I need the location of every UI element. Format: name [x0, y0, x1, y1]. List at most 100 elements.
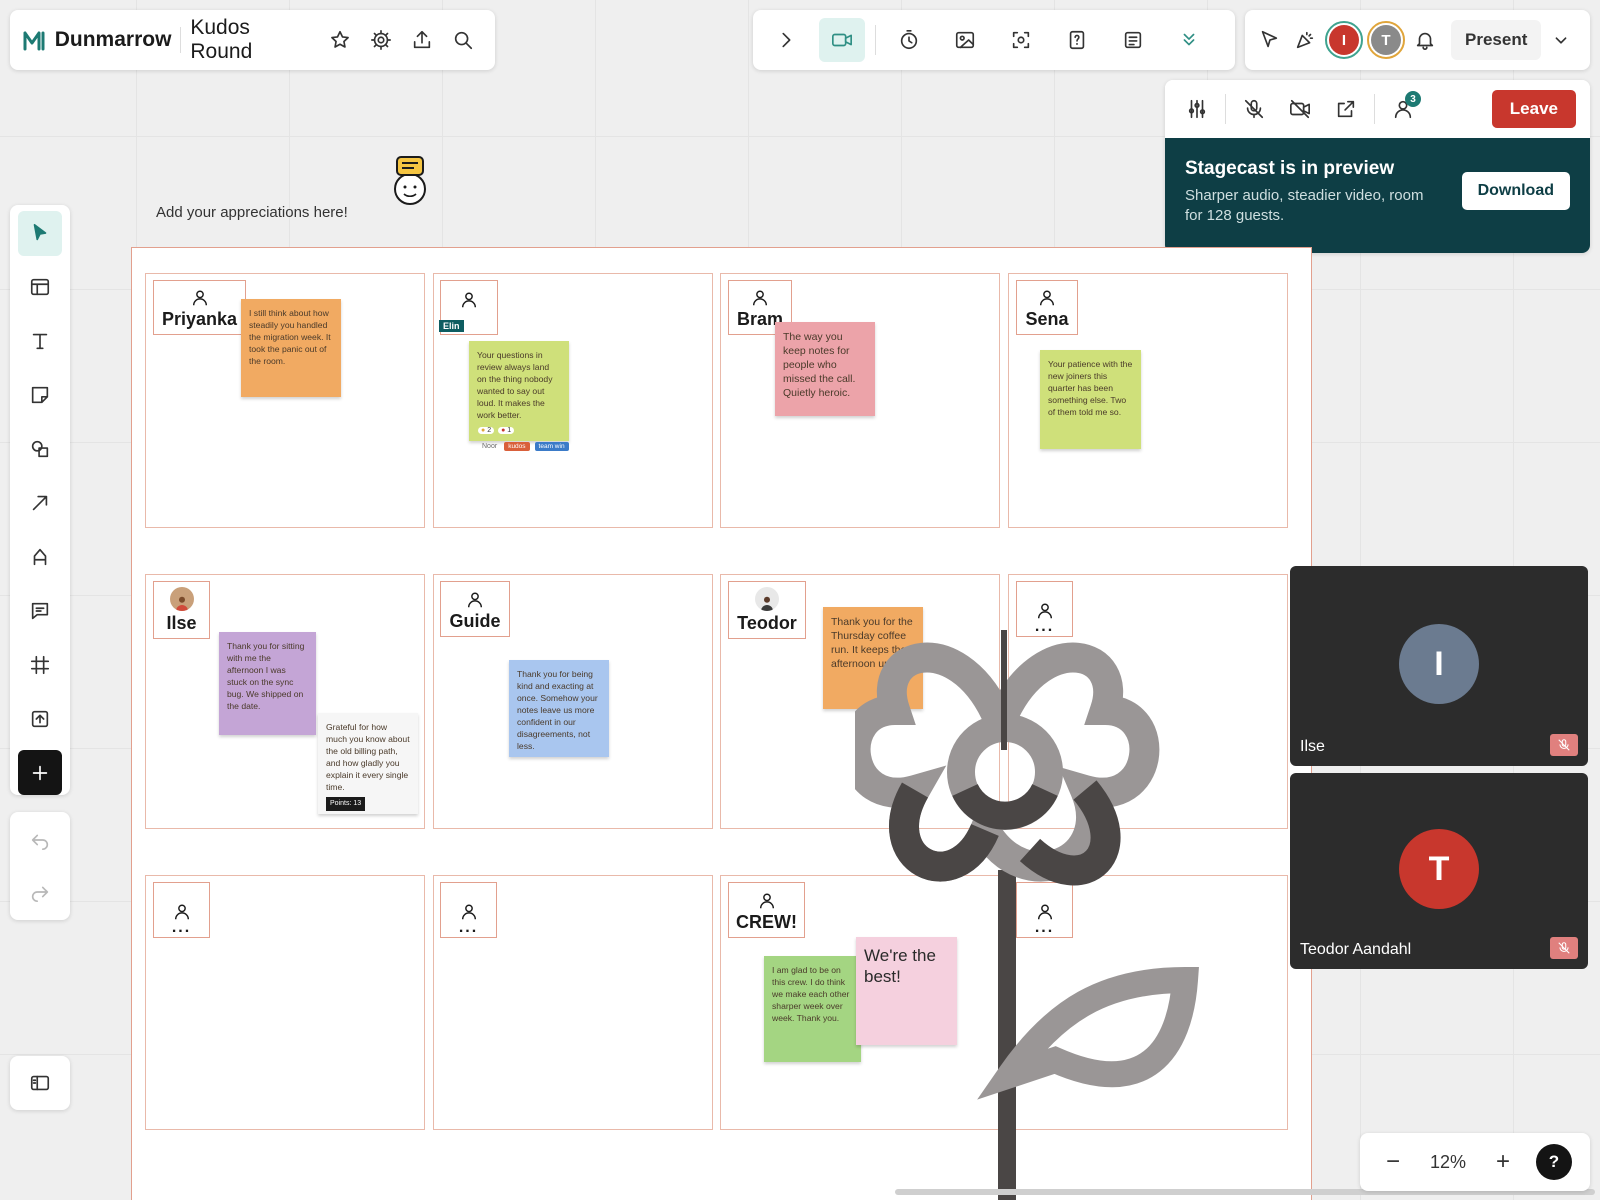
name-tag[interactable]: Sena [1016, 280, 1078, 335]
sticky-note[interactable]: Thank you for the Thursday coffee run. I… [823, 607, 923, 709]
sticky-note[interactable]: Thank you for sitting with me the aftern… [219, 632, 316, 735]
comment-icon[interactable] [18, 588, 62, 633]
reaction[interactable]: ● 2 [478, 427, 495, 434]
brand-logo[interactable] [22, 27, 47, 53]
gear-icon[interactable] [360, 20, 401, 60]
name-tag[interactable]: Priyanka [153, 280, 246, 335]
download-button[interactable]: Download [1461, 172, 1570, 210]
avatar [755, 587, 779, 611]
video-name: Teodor Aandahl [1300, 941, 1412, 958]
reaction[interactable]: ● 1 [498, 427, 515, 434]
zoom-controls: − 12% + ? [1360, 1133, 1590, 1191]
name-tag-label: Priyanka [161, 309, 238, 329]
bell-icon[interactable] [1409, 20, 1441, 60]
sticky-note[interactable]: Your questions in review always land on … [469, 341, 569, 441]
avatar[interactable]: T [1367, 21, 1405, 59]
pen-tool-icon[interactable] [18, 534, 62, 579]
zoom-in-button[interactable]: + [1482, 1142, 1524, 1182]
present-button[interactable]: Present [1451, 20, 1542, 60]
tag-chip[interactable]: kudos [504, 442, 530, 451]
select-tool-icon[interactable] [18, 211, 62, 256]
name-tag-label: Sena [1025, 309, 1069, 329]
video-tile[interactable]: I Ilse [1290, 566, 1588, 766]
call-controls: 3 Leave [1165, 80, 1590, 138]
notes-icon[interactable] [1110, 18, 1156, 62]
mic-muted-icon [1550, 734, 1578, 756]
avatar[interactable]: I [1325, 21, 1363, 59]
video-icon[interactable] [819, 18, 865, 62]
focus-icon[interactable] [998, 18, 1044, 62]
sticky-note[interactable]: Your patience with the new joiners this … [1040, 350, 1141, 449]
help-button[interactable]: ? [1536, 1144, 1572, 1180]
name-tag[interactable]: CREW! [728, 882, 805, 938]
sticky-text: Your questions in review always land on … [477, 350, 553, 420]
call-panel: 3 Leave Stagecast is in preview Sharper … [1165, 80, 1590, 253]
celebrate-icon[interactable] [1289, 20, 1321, 60]
person-icon [461, 292, 477, 308]
session-bar: I T Present [1245, 10, 1590, 70]
participants-icon[interactable]: 3 [1385, 89, 1421, 129]
name-tag[interactable]: Ilse [153, 581, 210, 639]
sticky-author: Noor [482, 443, 498, 450]
avatar-initial: I [1329, 25, 1359, 55]
chevron-double-down-icon[interactable] [1166, 18, 1212, 62]
name-tag[interactable]: ... [440, 882, 497, 938]
preview-banner: Stagecast is in preview Sharper audio, s… [1165, 138, 1590, 253]
arrow-tool-icon[interactable] [18, 481, 62, 526]
name-tag[interactable]: ... [153, 882, 210, 938]
text-tool-icon[interactable] [18, 319, 62, 364]
tool-rail [10, 205, 70, 795]
settings-sliders-icon[interactable] [1179, 89, 1215, 129]
sticky-note[interactable]: We're the best! [856, 937, 957, 1045]
sidebar-toggle-icon[interactable] [10, 1056, 70, 1110]
name-tag-label: Teodor [737, 613, 797, 633]
zoom-level[interactable]: 12% [1420, 1152, 1476, 1173]
star-icon[interactable] [319, 20, 360, 60]
sticky-note[interactable]: I still think about how steadily you han… [241, 299, 341, 397]
image-icon[interactable] [942, 18, 988, 62]
upload-icon[interactable] [18, 696, 62, 741]
template-icon[interactable] [18, 265, 62, 310]
zoom-out-button[interactable]: − [1372, 1142, 1414, 1182]
leave-button[interactable]: Leave [1491, 90, 1576, 128]
card-icon[interactable] [1054, 18, 1100, 62]
search-icon[interactable] [442, 20, 483, 60]
redo-icon[interactable] [18, 870, 62, 914]
tag-chip[interactable]: team win [534, 442, 569, 451]
shapes-icon[interactable] [18, 427, 62, 472]
sticky-text: Grateful for how much you know about the… [326, 722, 410, 792]
board-title[interactable]: Kudos Round [190, 16, 311, 64]
video-tile[interactable]: T Teodor Aandahl [1290, 773, 1588, 969]
name-tag[interactable]: Elin [439, 280, 498, 335]
popout-icon[interactable] [1328, 89, 1364, 129]
name-tag[interactable]: ... [1016, 581, 1073, 637]
panel-toggle [10, 1056, 70, 1110]
frame-tool-icon[interactable] [18, 642, 62, 687]
name-tag[interactable]: Guide [440, 581, 510, 637]
video-name: Ilse [1300, 738, 1325, 755]
author-tag: Elin [439, 320, 464, 332]
sticky-note[interactable]: Grateful for how much you know about the… [318, 713, 418, 814]
board-header: Dunmarrow Kudos Round [10, 10, 495, 70]
mic-off-icon[interactable] [1236, 89, 1272, 129]
timer-icon[interactable] [886, 18, 932, 62]
sticky-note[interactable]: I am glad to be on this crew. I do think… [764, 956, 861, 1062]
sticky-note-icon[interactable] [18, 373, 62, 418]
undo-icon[interactable] [18, 818, 62, 862]
share-icon[interactable] [401, 20, 442, 60]
sticky-note[interactable]: Thank you for being kind and exacting at… [509, 660, 609, 757]
name-tag[interactable]: ... [1016, 882, 1073, 938]
cursor-follow-icon[interactable] [1253, 20, 1285, 60]
mic-muted-icon [1550, 937, 1578, 959]
sticky-note[interactable]: The way you keep notes for people who mi… [775, 322, 875, 416]
chevron-down-icon[interactable] [1545, 20, 1577, 60]
add-icon[interactable] [18, 750, 62, 795]
name-tag-label: CREW! [736, 912, 797, 932]
reaction-count: 2 [487, 427, 492, 434]
chevron-right-icon[interactable] [763, 18, 809, 62]
participants-count: 3 [1405, 91, 1421, 107]
camera-off-icon[interactable] [1282, 89, 1318, 129]
name-tag-label: ... [458, 919, 479, 936]
name-tag[interactable]: Teodor [728, 581, 806, 639]
video-avatar: T [1399, 829, 1479, 909]
